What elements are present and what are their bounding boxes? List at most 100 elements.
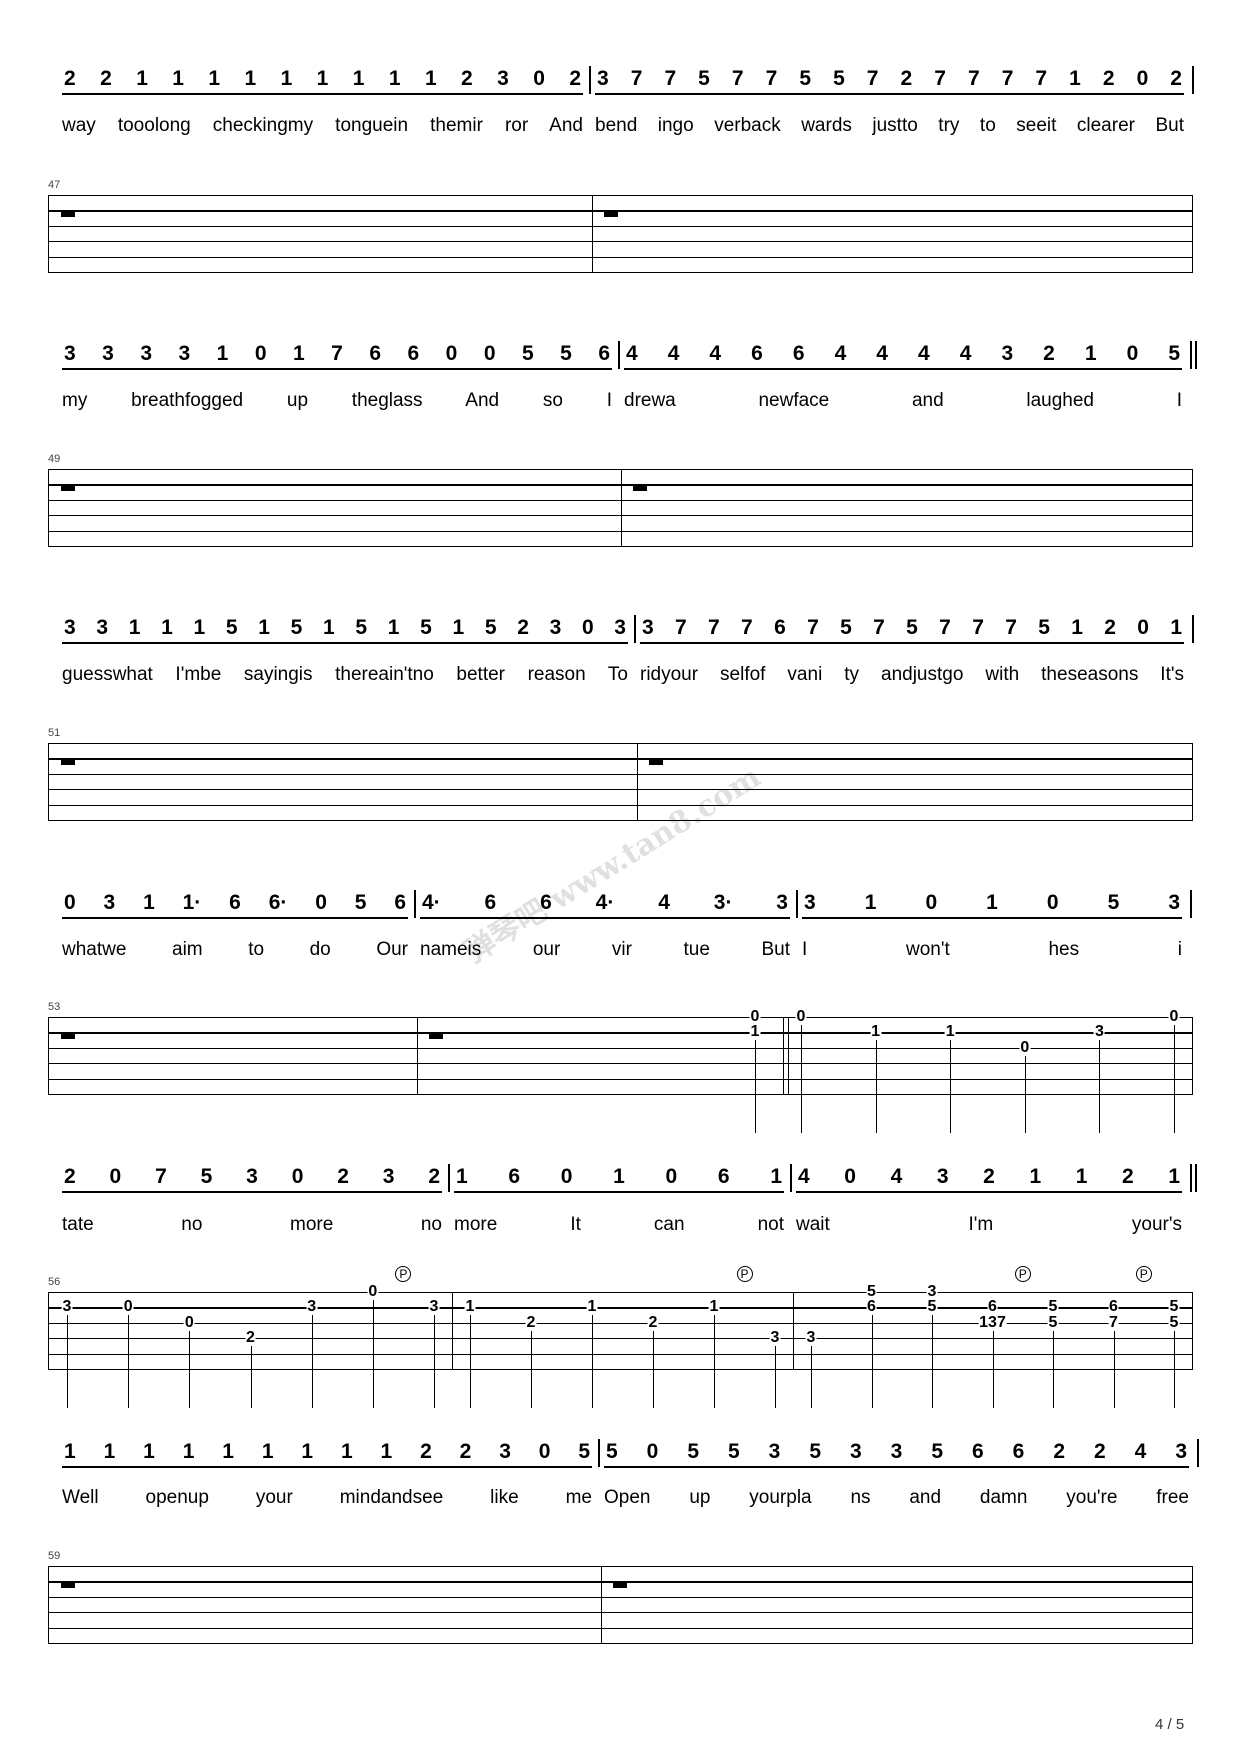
lyrics-measure: Well openup your mindandsee like me xyxy=(62,1487,592,1509)
lyrics-measure: ridyour selfof vani ty andjustgo with th… xyxy=(640,664,1184,686)
tab-string-line xyxy=(49,1292,1192,1294)
tab-string-line xyxy=(49,758,1192,760)
tab-string-line xyxy=(49,1017,1192,1019)
tab-fret-number: 0 xyxy=(122,1298,134,1316)
jianpu-barline xyxy=(1197,1439,1199,1467)
lyrics-measure: more It can not xyxy=(454,1214,784,1236)
note-sequence: 2 0 7 5 3 0 2 3 2 xyxy=(62,1166,442,1193)
tab-barline xyxy=(592,195,594,273)
tab-fret-number: 5 xyxy=(1047,1298,1059,1316)
lyrics-line: ridyour selfof vani ty andjustgo with th… xyxy=(640,664,1184,685)
tab-fret-number: 5 xyxy=(866,1283,877,1300)
jianpu-measure: 5 0 5 5 3 5 3 3 5 6 6 2 2 4 3 xyxy=(604,1441,1189,1468)
tab-fret-number: 0 xyxy=(367,1283,379,1300)
note-sequence: 4 0 4 3 2 1 1 2 1 xyxy=(796,1166,1182,1193)
tab-fret-number: 1 xyxy=(870,1023,882,1041)
tab-barline xyxy=(783,1017,785,1095)
note-sequence: 3 7 7 5 7 7 5 5 7 2 7 7 7 7 1 2 0 2 xyxy=(595,68,1184,95)
lyrics-measure: whatwe aim to do Our xyxy=(62,939,408,961)
lyrics-line: way tooolong checkingmy tonguein themir … xyxy=(62,115,583,136)
tab-fret-number: 1 xyxy=(944,1023,956,1041)
measure-number: 51 xyxy=(48,727,61,739)
lyrics-line: whatwe aim to do Our xyxy=(62,939,408,960)
tab-string-line xyxy=(49,1612,1192,1614)
note-stem xyxy=(801,1025,802,1133)
lyrics-measure: wait I'm your's xyxy=(796,1214,1182,1236)
lyrics-line: guesswhat I'mbe sayingis thereain'tno be… xyxy=(62,664,628,685)
note-stem xyxy=(1024,1055,1026,1133)
note-sequence: 4· 6 6 4· 4 3· 3 xyxy=(420,892,790,919)
tab-string-line xyxy=(49,1596,1192,1598)
tab-string-line xyxy=(49,804,1192,806)
note-stem xyxy=(372,1300,374,1408)
pull-off-icon: P xyxy=(1014,1266,1031,1282)
lyrics-measure: Open up yourpla ns and damn you're free xyxy=(604,1487,1189,1509)
lyrics-measure: tate no more no xyxy=(62,1214,442,1236)
tab-string-line xyxy=(49,1032,1192,1034)
note-stem xyxy=(992,1330,994,1408)
lyrics-measure: way tooolong checkingmy tonguein themir … xyxy=(62,115,583,137)
tab-staff xyxy=(48,195,1193,274)
tab-string-line xyxy=(49,1369,1192,1371)
tab-fret-number: 3 xyxy=(926,1283,938,1300)
tab-fret-number: 0 xyxy=(1019,1038,1031,1056)
tab-fret-number: 3 xyxy=(1093,1023,1105,1041)
lyrics-line: I won't hes i xyxy=(802,939,1182,960)
note-sequence: 3 7 7 7 6 7 5 7 5 7 7 7 5 1 2 0 1 xyxy=(640,617,1184,644)
tab-fret-number: 0 xyxy=(183,1313,195,1331)
tab-fret-number: 137 xyxy=(978,1313,1007,1331)
tab-fret-number: 3 xyxy=(306,1298,318,1316)
tab-fret-number: 1 xyxy=(586,1298,598,1316)
tab-fret-number: 5 xyxy=(1047,1313,1059,1331)
tab-staff: 3 0 0 2 3 0 P 3 1 2 1 2 1 P 3 3 5 6 3 5 6 137 P 5 5 6 7 P 5 5 xyxy=(48,1266,1193,1408)
note-sequence: 1 6 0 1 0 6 1 xyxy=(454,1166,784,1193)
tab-barline xyxy=(637,743,639,821)
tab-string-line xyxy=(49,272,1192,274)
tab-fret-number: 3 xyxy=(769,1329,781,1347)
jianpu-double-barline xyxy=(1195,1164,1197,1192)
tab-string-line xyxy=(49,1338,1192,1340)
tab-fret-number: 1 xyxy=(708,1298,720,1316)
lyrics-measure: I won't hes i xyxy=(802,939,1182,961)
tab-staff: 01011030 xyxy=(48,1009,1193,1133)
note-sequence: 0 3 1 1· 6 6· 0 5 6 xyxy=(62,892,408,919)
whole-rest-icon xyxy=(61,211,75,218)
whole-rest-icon xyxy=(429,1033,443,1040)
measure-number: 59 xyxy=(48,1550,61,1562)
jianpu-measure: 1 6 0 1 0 6 1 xyxy=(454,1166,784,1193)
jianpu-measure: 1 1 1 1 1 1 1 1 1 2 2 3 0 5 xyxy=(62,1441,592,1468)
note-stem xyxy=(871,1315,873,1408)
tab-string-line xyxy=(49,1643,1192,1645)
page-number: 4 / 5 xyxy=(1155,1716,1185,1733)
jianpu-measure: 2 0 7 5 3 0 2 3 2 xyxy=(62,1166,442,1193)
tab-string-line xyxy=(49,1566,1192,1568)
lyrics-line: my breathfogged up theglass And so I xyxy=(62,390,612,411)
note-stem xyxy=(67,1315,68,1408)
tab-fret-number: 5 xyxy=(1168,1313,1180,1331)
tab-string-line xyxy=(49,256,1192,258)
lyrics-measure: drewa newface and laughed I xyxy=(624,390,1182,412)
note-stem xyxy=(1174,1025,1175,1133)
lyrics-measure: my breathfogged up theglass And so I xyxy=(62,390,612,412)
note-stem xyxy=(950,1040,952,1133)
tab-barline xyxy=(621,469,623,547)
whole-rest-icon xyxy=(649,759,663,766)
jianpu-measure: 3 7 7 5 7 7 5 5 7 2 7 7 7 7 1 2 0 2 xyxy=(595,68,1184,95)
note-sequence: 2 2 1 1 1 1 1 1 1 1 1 2 3 0 2 xyxy=(62,68,583,95)
whole-rest-icon xyxy=(613,1582,627,1589)
jianpu-measure: 2 2 1 1 1 1 1 1 1 1 1 2 3 0 2 xyxy=(62,68,583,95)
note-stem xyxy=(128,1315,130,1408)
note-stem xyxy=(811,1346,812,1408)
tab-string-line xyxy=(49,1627,1192,1629)
note-sequence: 4 4 4 6 6 4 4 4 4 3 2 1 0 5 xyxy=(624,343,1182,370)
jianpu-barline xyxy=(598,1439,600,1467)
pull-off-icon: P xyxy=(395,1266,412,1282)
note-stem xyxy=(470,1315,471,1408)
whole-rest-icon xyxy=(61,1033,75,1040)
whole-rest-icon xyxy=(61,485,75,492)
jianpu-barline xyxy=(1190,1164,1192,1192)
lyrics-line: Well openup your mindandsee like me xyxy=(62,1487,592,1508)
tab-string-line xyxy=(49,241,1192,243)
tab-fret-number: 2 xyxy=(245,1329,256,1347)
tab-staff xyxy=(48,743,1193,822)
